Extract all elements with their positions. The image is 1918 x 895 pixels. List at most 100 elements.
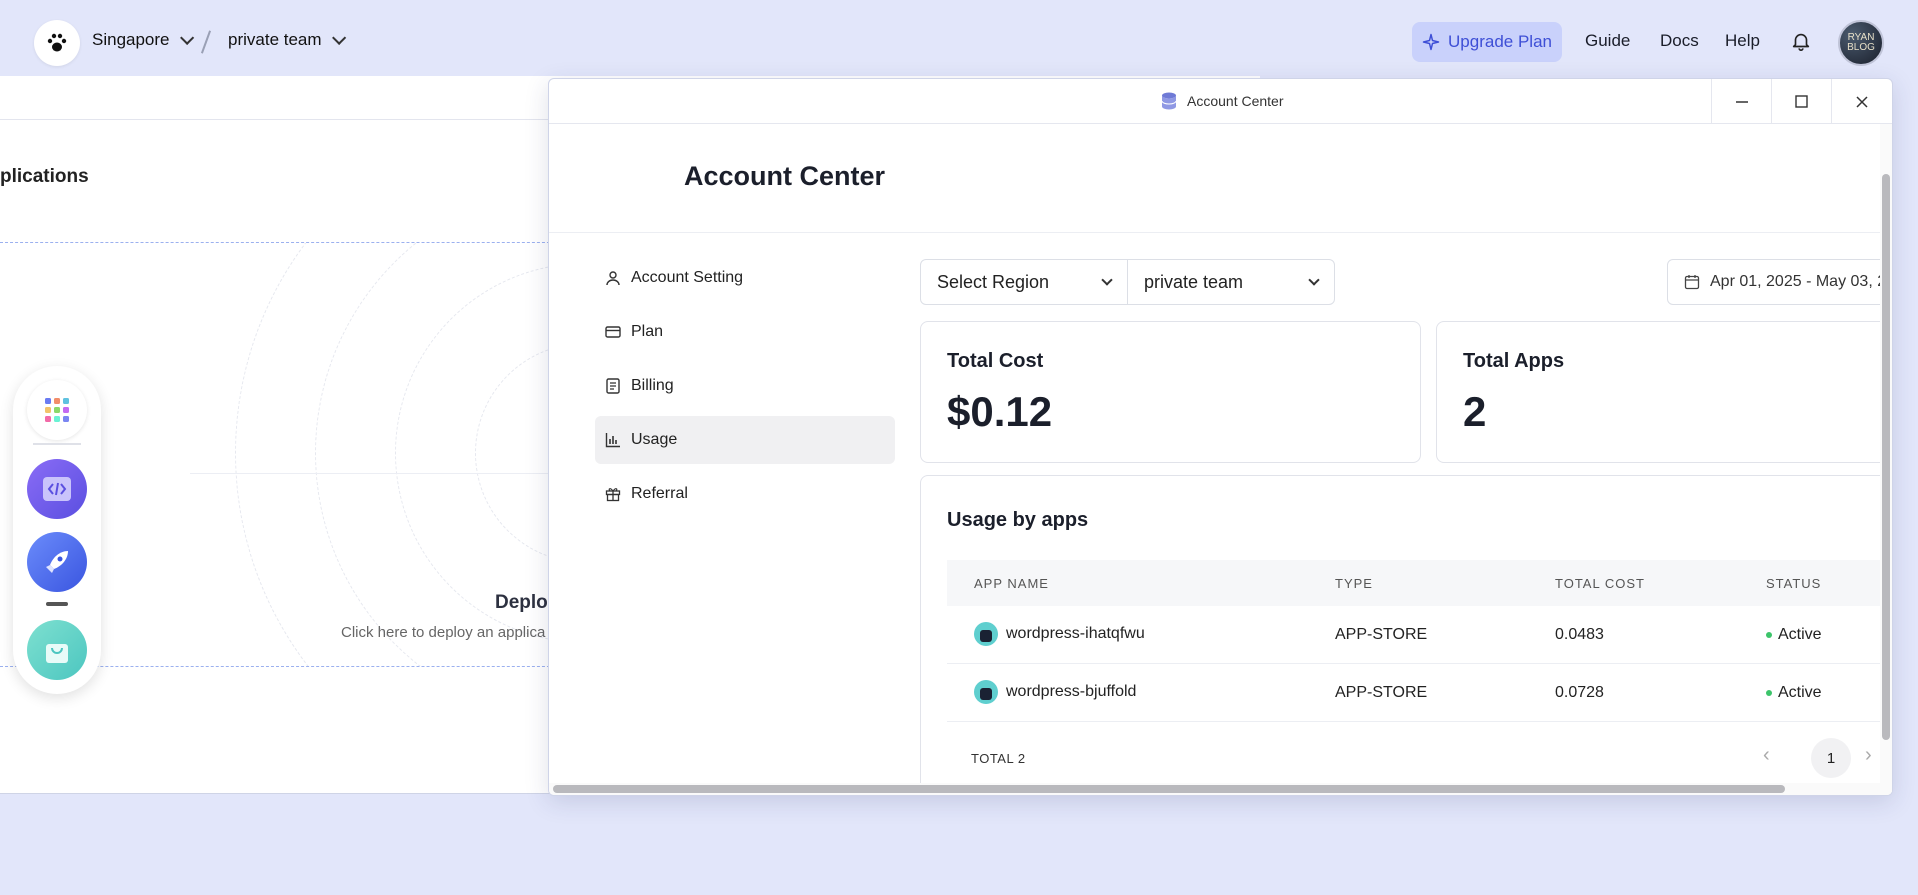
- horizontal-scroll-thumb[interactable]: [553, 785, 1785, 793]
- pagination-prev-icon[interactable]: ‹: [1763, 744, 1770, 767]
- docs-link[interactable]: Docs: [1660, 31, 1699, 51]
- table-row[interactable]: wordpress-bjuffold APP-STORE 0.0728 Acti…: [947, 664, 1892, 722]
- column-header-type: TYPE: [1335, 576, 1373, 591]
- avatar-text-bottom: BLOG: [1847, 42, 1875, 53]
- total-count: TOTAL 2: [971, 751, 1026, 766]
- status-dot-icon: [1766, 631, 1772, 638]
- total-cost-value: $0.12: [947, 388, 1053, 435]
- breadcrumb-separator: [200, 30, 212, 54]
- sparkle-icon: [1422, 33, 1440, 51]
- bell-icon[interactable]: [1790, 30, 1812, 57]
- applications-title: plications: [0, 166, 89, 187]
- dock-separator: [33, 443, 81, 445]
- column-header-app-name: APP NAME: [974, 576, 1049, 591]
- chevron-down-icon: [331, 30, 346, 45]
- total-apps-card: Total Apps 2: [1436, 321, 1892, 463]
- total-apps-label: Total Apps: [1463, 350, 1565, 372]
- app-store-bag-icon[interactable]: [27, 620, 87, 680]
- page-title: Account Center: [684, 161, 886, 191]
- top-bar: Singapore private team Upgrade Plan Guid…: [0, 0, 1918, 78]
- table-header: APP NAME TYPE TOTAL COST STATUS: [947, 560, 1892, 606]
- type-cell: APP-STORE: [1335, 626, 1428, 643]
- team-select-value: private team: [1144, 271, 1244, 292]
- region-label: Singapore: [92, 30, 170, 49]
- vertical-scrollbar[interactable]: [1880, 124, 1892, 795]
- dock-active-indicator: [46, 602, 68, 606]
- calendar-icon: [1684, 275, 1700, 290]
- close-icon: [1855, 95, 1868, 108]
- receipt-icon: [606, 378, 620, 394]
- total-cost-cell: 0.0483: [1555, 626, 1604, 643]
- status-dot-icon: [1766, 689, 1772, 696]
- account-sidebar: Account Setting Plan Billing Usage Refer…: [595, 254, 895, 524]
- type-cell: APP-STORE: [1335, 684, 1428, 701]
- sidebar-item-label: Referral: [631, 485, 688, 502]
- gift-icon: [605, 488, 621, 502]
- sidebar-item-label: Usage: [631, 431, 678, 448]
- user-icon: [606, 271, 620, 286]
- app-store-bag-icon: [974, 680, 998, 704]
- bar-chart-icon: [605, 433, 620, 448]
- app-grid-icon[interactable]: [27, 380, 87, 440]
- close-button[interactable]: [1831, 79, 1891, 124]
- minimize-button[interactable]: [1711, 79, 1771, 124]
- app-name-cell: wordpress-ihatqfwu: [974, 622, 1145, 646]
- pagination-next-icon[interactable]: ›: [1865, 744, 1872, 767]
- horizontal-scrollbar[interactable]: [549, 783, 1892, 795]
- avatar[interactable]: RYAN BLOG: [1838, 20, 1884, 66]
- chevron-down-icon: [1308, 274, 1320, 286]
- app-name: wordpress-ihatqfwu: [1006, 625, 1145, 643]
- upgrade-plan-button[interactable]: Upgrade Plan: [1412, 22, 1562, 62]
- code-editor-icon[interactable]: [27, 459, 87, 519]
- table-row[interactable]: wordpress-ihatqfwu APP-STORE 0.0483 Acti…: [947, 606, 1892, 664]
- chevron-down-icon: [1101, 274, 1113, 286]
- column-header-total-cost: TOTAL COST: [1555, 576, 1645, 591]
- status-cell: Active: [1766, 626, 1822, 644]
- status-badge: Active: [1778, 684, 1822, 701]
- window-title-text: Account Center: [1187, 93, 1284, 109]
- date-range-picker[interactable]: Apr 01, 2025 - May 03, 2: [1667, 259, 1892, 305]
- total-cost-label: Total Cost: [947, 350, 1044, 372]
- sidebar-item-label: Account Setting: [631, 269, 744, 286]
- date-range-value: Apr 01, 2025 - May 03, 2: [1710, 273, 1887, 290]
- chevron-down-icon: [179, 30, 194, 45]
- rocket-icon[interactable]: [27, 532, 87, 592]
- header-divider: [549, 232, 1892, 233]
- vertical-scroll-thumb[interactable]: [1882, 174, 1890, 740]
- app-dock: [13, 366, 101, 694]
- total-cost-cell: 0.0728: [1555, 684, 1604, 701]
- sidebar-item-billing[interactable]: Billing: [595, 362, 895, 410]
- card-icon: [605, 326, 621, 338]
- sidebar-item-plan[interactable]: Plan: [595, 308, 895, 356]
- app-store-bag-icon: [974, 622, 998, 646]
- sidebar-item-label: Billing: [631, 377, 674, 394]
- sidebar-item-referral[interactable]: Referral: [595, 470, 895, 518]
- status-badge: Active: [1778, 626, 1822, 643]
- pagination-page-1[interactable]: 1: [1811, 738, 1851, 778]
- status-cell: Active: [1766, 684, 1822, 702]
- window-titlebar: Account Center: [549, 79, 1892, 124]
- paw-logo-icon[interactable]: [34, 20, 80, 66]
- team-label: private team: [228, 30, 322, 49]
- region-select[interactable]: Select Region: [920, 259, 1128, 305]
- usage-section-title: Usage by apps: [947, 509, 1089, 531]
- deploy-title: Deplo: [495, 592, 548, 613]
- region-selector[interactable]: Singapore: [92, 30, 194, 50]
- sidebar-item-account-setting[interactable]: Account Setting: [595, 254, 895, 302]
- help-link[interactable]: Help: [1725, 31, 1760, 51]
- database-icon: [1161, 92, 1177, 110]
- region-select-value: Select Region: [937, 271, 1050, 292]
- team-selector[interactable]: private team: [228, 30, 346, 50]
- sidebar-item-label: Plan: [631, 323, 664, 340]
- guide-link[interactable]: Guide: [1585, 31, 1630, 51]
- account-center-window: Account Center Account Center Account Se…: [548, 78, 1893, 796]
- team-select[interactable]: private team: [1127, 259, 1335, 305]
- deploy-subtitle: Click here to deploy an applica: [341, 624, 546, 641]
- usage-by-apps-panel: Usage by apps APP NAME TYPE TOTAL COST S…: [920, 475, 1892, 795]
- column-header-status: STATUS: [1766, 576, 1822, 591]
- sidebar-item-usage[interactable]: Usage: [595, 416, 895, 464]
- total-apps-value: 2: [1463, 388, 1487, 435]
- app-name: wordpress-bjuffold: [1006, 683, 1137, 701]
- total-cost-card: Total Cost $0.12: [920, 321, 1421, 463]
- maximize-button[interactable]: [1771, 79, 1831, 124]
